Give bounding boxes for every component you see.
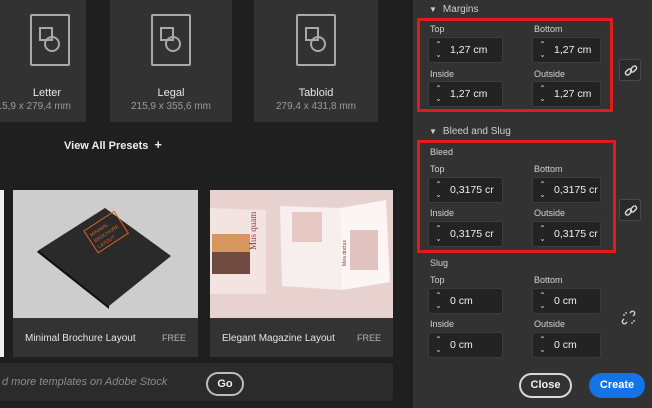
search-placeholder: d more templates on Adobe Stock [2, 376, 168, 388]
template-card-minimal-brochure[interactable]: MINIMAL BROCHURE LAYOUT Minimal Brochure… [13, 190, 198, 357]
template-thumbnail: MINIMAL BROCHURE LAYOUT [13, 190, 198, 318]
chevron-down-icon[interactable]: ⌄ [432, 345, 445, 355]
slug-inside-value[interactable]: 0 cm [450, 339, 501, 351]
go-button[interactable]: Go [206, 372, 244, 396]
margins-highlight-box [417, 18, 613, 112]
slug-bottom-label: Bottom [534, 275, 563, 285]
template-card-partial[interactable] [0, 190, 4, 357]
chevron-down-icon: ▼ [429, 5, 437, 14]
slug-outside-field[interactable]: ⌃ ⌄ 0 cm [532, 332, 601, 358]
preset-name: Letter [32, 87, 62, 99]
chevron-down-icon[interactable]: ⌄ [536, 301, 549, 311]
chevron-up-icon[interactable]: ⌃ [536, 335, 549, 345]
section-title: Margins [442, 4, 479, 15]
slug-bottom-field[interactable]: ⌃ ⌄ 0 cm [532, 288, 601, 314]
preset-dimensions: 279,4 x 431,8 mm [275, 101, 357, 112]
slug-label: Slug [430, 258, 449, 268]
template-name: Minimal Brochure Layout [25, 333, 136, 344]
document-icon [296, 14, 336, 66]
slug-outside-value[interactable]: 0 cm [554, 339, 599, 351]
stepper[interactable]: ⌃ ⌄ [432, 335, 445, 355]
unlink-icon[interactable] [621, 310, 637, 331]
section-title: Bleed and Slug [442, 126, 511, 137]
bleed-slug-section-toggle[interactable]: ▼ Bleed and Slug [429, 126, 511, 137]
svg-text:Mus quam: Mus quam [248, 212, 258, 250]
new-document-dialog: Letter 215,9 x 279,4 mm Legal 215,9 x 35… [0, 0, 652, 408]
slug-top-label: Top [430, 275, 445, 285]
chevron-up-icon[interactable]: ⌃ [536, 291, 549, 301]
slug-inside-field[interactable]: ⌃ ⌄ 0 cm [428, 332, 503, 358]
create-button[interactable]: Create [589, 373, 645, 398]
close-button[interactable]: Close [519, 373, 572, 398]
link-icon[interactable] [619, 199, 641, 221]
preset-name: Tabloid [298, 87, 334, 99]
stepper[interactable]: ⌃ ⌄ [536, 291, 549, 311]
template-thumbnail: Mus quam Mea doctus [210, 190, 393, 318]
view-all-presets-link[interactable]: View All Presets + [64, 137, 162, 152]
slug-inside-label: Inside [430, 319, 455, 329]
plus-icon: + [154, 137, 162, 152]
preset-dimensions: 215,9 x 355,6 mm [130, 101, 212, 112]
document-icon [29, 14, 70, 66]
slug-bottom-value[interactable]: 0 cm [554, 295, 599, 307]
template-card-elegant-magazine[interactable]: Mus quam Mea doctus Elegant Magazine Lay… [210, 190, 393, 357]
chevron-down-icon[interactable]: ⌄ [536, 345, 549, 355]
margins-section-toggle[interactable]: ▼ Margins [429, 4, 479, 15]
presets-pane: Letter 215,9 x 279,4 mm Legal 215,9 x 35… [0, 0, 410, 408]
free-badge: FREE [356, 333, 381, 343]
chevron-down-icon[interactable]: ⌄ [432, 301, 445, 311]
chevron-up-icon[interactable]: ⌃ [432, 335, 445, 345]
stepper[interactable]: ⌃ ⌄ [432, 291, 445, 311]
settings-pane: ▼ Margins Top ⌃ ⌄ 1,27 cm Bottom ⌃ ⌄ 1,27 c… [413, 0, 652, 408]
document-icon [151, 14, 191, 66]
stock-search-field[interactable]: d more templates on Adobe Stock [0, 363, 393, 401]
bleed-highlight-box [417, 140, 616, 253]
view-all-label: View All Presets [64, 140, 149, 152]
chevron-up-icon[interactable]: ⌃ [432, 291, 445, 301]
preset-card-legal[interactable]: Legal 215,9 x 355,6 mm [110, 0, 232, 122]
stepper[interactable]: ⌃ ⌄ [536, 335, 549, 355]
slug-outside-label: Outside [534, 319, 566, 329]
slug-top-field[interactable]: ⌃ ⌄ 0 cm [428, 288, 503, 314]
preset-dimensions: 215,9 x 279,4 mm [0, 101, 72, 112]
preset-card-tabloid[interactable]: Tabloid 279,4 x 431,8 mm [254, 0, 378, 122]
template-name: Elegant Magazine Layout [222, 333, 335, 344]
chevron-down-icon: ▼ [429, 127, 437, 136]
free-badge: FREE [161, 333, 186, 343]
slug-top-value[interactable]: 0 cm [450, 295, 501, 307]
svg-text:Mea doctus: Mea doctus [342, 240, 348, 266]
link-icon[interactable] [619, 59, 641, 81]
preset-card-letter[interactable]: Letter 215,9 x 279,4 mm [0, 0, 86, 122]
preset-name: Legal [157, 87, 185, 99]
